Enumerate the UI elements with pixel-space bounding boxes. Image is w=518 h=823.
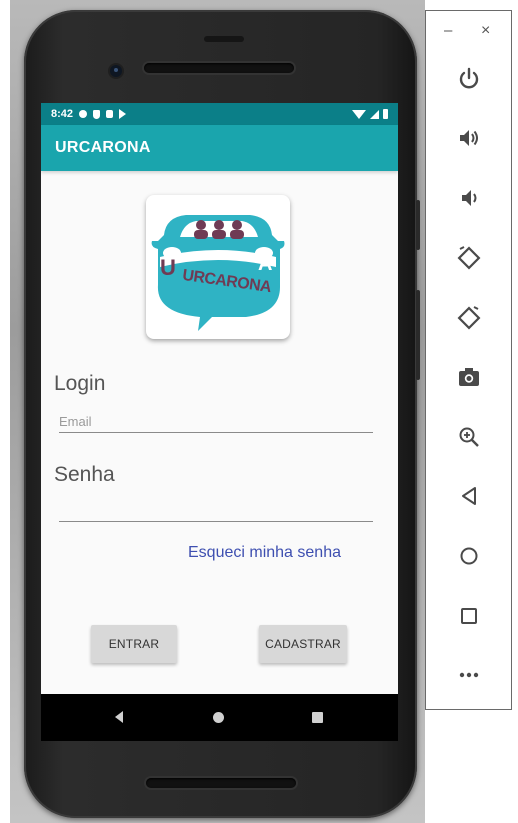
home-icon <box>460 547 478 565</box>
minimize-button[interactable]: – <box>444 23 456 38</box>
play-icon <box>119 109 127 119</box>
forgot-password-link[interactable]: Esqueci minha senha <box>188 544 341 562</box>
more-button[interactable] <box>453 659 485 691</box>
screenshot-button[interactable] <box>453 361 485 393</box>
overview-button[interactable] <box>453 600 485 632</box>
rotate-right-button[interactable] <box>453 302 485 334</box>
sd-card-icon <box>106 110 114 118</box>
logo-letter-a: A <box>258 253 273 275</box>
nav-home-icon[interactable] <box>213 712 224 723</box>
status-bar: 8:42 <box>41 103 398 125</box>
phone-earpiece <box>144 63 294 73</box>
more-icon <box>459 672 479 678</box>
nav-recents-icon[interactable] <box>312 712 323 723</box>
wifi-icon <box>352 109 366 119</box>
app-bar: URCARONA <box>41 125 398 171</box>
volume-down-button[interactable] <box>453 182 485 214</box>
cadastrar-button[interactable]: CADASTRAR <box>259 625 347 663</box>
android-nav-bar <box>41 694 398 741</box>
front-camera <box>110 65 122 77</box>
email-field[interactable] <box>59 410 373 433</box>
phone-volume-button <box>416 290 420 380</box>
back-button[interactable] <box>453 480 485 512</box>
camera-icon <box>459 368 479 386</box>
status-time: 8:42 <box>51 108 74 120</box>
login-label: Login <box>54 372 106 395</box>
logo-letter-u: U <box>160 255 176 280</box>
battery-icon <box>383 109 388 119</box>
rotate-left-button[interactable] <box>453 242 485 274</box>
app-logo: U URCARONA A <box>146 195 290 339</box>
power-button[interactable] <box>453 63 485 95</box>
signal-icon <box>370 109 379 119</box>
zoom-button[interactable] <box>453 421 485 453</box>
entrar-button[interactable]: ENTRAR <box>91 625 177 663</box>
back-icon <box>462 487 476 505</box>
volume-down-icon <box>462 190 477 206</box>
power-icon <box>459 67 479 89</box>
phone-bottom-speaker <box>146 778 296 788</box>
phone-top-notch <box>204 36 244 42</box>
device-screen: 8:42 URCARONA U URCARONA A Login Email S… <box>41 103 398 741</box>
zoom-icon <box>459 427 479 447</box>
password-field[interactable] <box>59 499 373 522</box>
close-button[interactable]: × <box>481 23 493 39</box>
volume-up-button[interactable] <box>453 122 485 154</box>
rotate-left-icon <box>457 246 481 270</box>
nav-back-icon[interactable] <box>115 711 123 723</box>
settings-icon <box>79 110 88 118</box>
emulator-toolbar: – × <box>425 10 512 710</box>
phone-side-button <box>416 200 420 250</box>
rotate-right-icon <box>457 306 481 330</box>
volume-up-icon <box>460 130 478 146</box>
overview-icon <box>461 608 477 624</box>
shield-icon <box>93 109 101 119</box>
app-title: URCARONA <box>55 139 151 156</box>
senha-label: Senha <box>54 463 115 486</box>
home-button[interactable] <box>453 540 485 572</box>
